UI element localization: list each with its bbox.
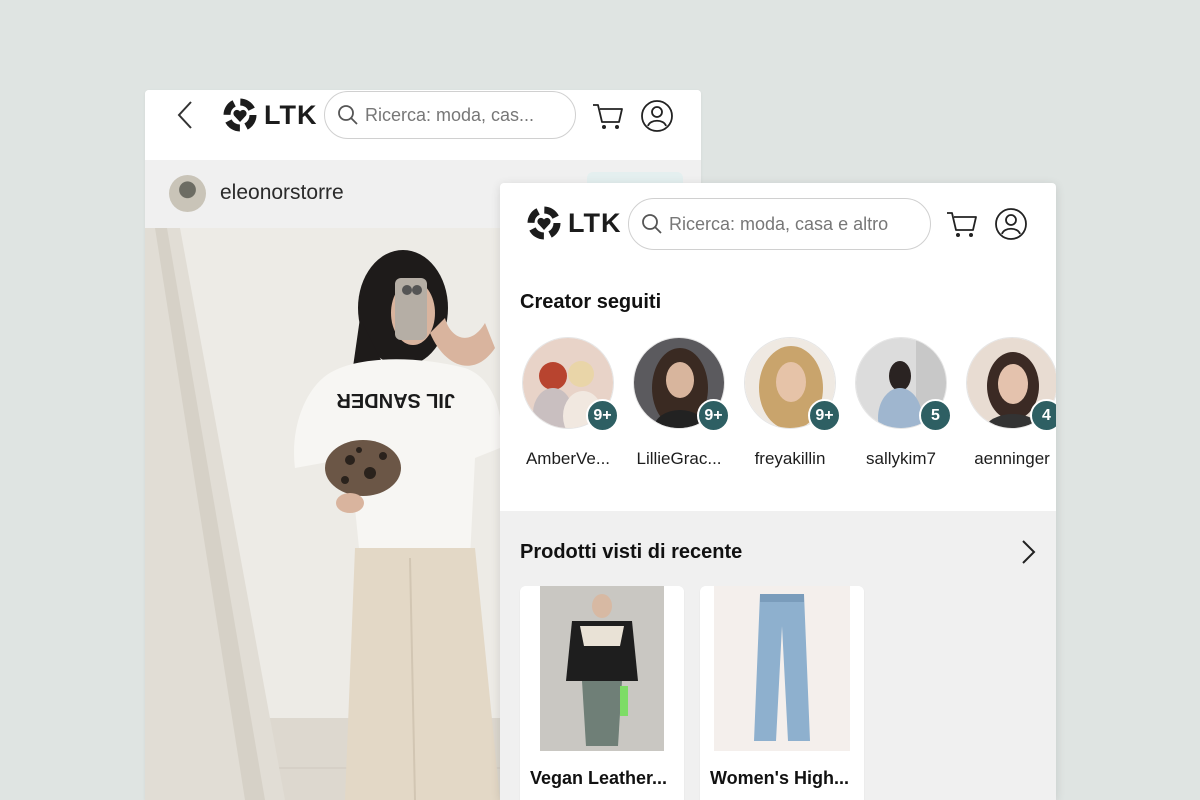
user-icon[interactable] xyxy=(994,207,1028,241)
ltk-logo[interactable]: LTK xyxy=(527,206,621,240)
user-icon[interactable] xyxy=(640,99,674,133)
creator-name: AmberVe... xyxy=(525,449,611,468)
search-input[interactable]: Ricerca: moda, casa e altro xyxy=(628,198,931,250)
svg-text:JIL SANDER: JIL SANDER xyxy=(336,389,455,411)
logo-text: LTK xyxy=(264,99,318,130)
ltk-logo[interactable]: LTK xyxy=(223,98,317,132)
creator-item[interactable]: 5 sallykim7 xyxy=(845,337,957,477)
creators-heading: Creator seguiti xyxy=(520,291,662,313)
product-title: Women's High... xyxy=(710,768,849,788)
creator-item[interactable]: 9+ freyakillin xyxy=(734,337,846,477)
creator-badge: 9+ xyxy=(697,399,730,432)
recent-heading: Prodotti visti di recente xyxy=(520,541,743,563)
product-card[interactable]: Women's High... xyxy=(700,586,864,800)
creator-name: aenninger xyxy=(974,449,1050,468)
creator-item[interactable]: 9+ AmberVe... xyxy=(512,337,624,477)
product-card[interactable]: Vegan Leather... xyxy=(520,586,684,800)
search-icon xyxy=(338,105,358,125)
back-header: LTK Ricerca: moda, cas... xyxy=(145,90,701,160)
creator-name: sallykim7 xyxy=(866,449,936,468)
ltk-logo-icon xyxy=(223,98,257,132)
search-placeholder: Ricerca: moda, casa e altro xyxy=(669,213,889,234)
ltk-logo-icon xyxy=(527,206,561,240)
avatar[interactable] xyxy=(169,175,206,212)
creator-badge: 4 xyxy=(1030,399,1056,432)
front-window: LTK Ricerca: moda, casa e altro Creator … xyxy=(500,183,1056,800)
creator-name: LillieGrac... xyxy=(636,449,722,468)
creator-item[interactable]: 4 aenninger xyxy=(956,337,1056,477)
creator-item[interactable]: 9+ LillieGrac... xyxy=(623,337,735,477)
recent-products-section: Prodotti visti di recente Vegan Leather.… xyxy=(500,511,1056,800)
cart-icon[interactable] xyxy=(945,207,979,241)
cart-icon[interactable] xyxy=(591,99,625,133)
search-input[interactable]: Ricerca: moda, cas... xyxy=(324,91,576,139)
chevron-left-icon[interactable] xyxy=(171,100,201,130)
product-image xyxy=(700,586,864,751)
search-placeholder: Ricerca: moda, cas... xyxy=(365,104,535,125)
chevron-right-icon[interactable] xyxy=(1017,539,1039,565)
profile-name[interactable]: eleonorstorre xyxy=(220,181,344,205)
creator-badge: 5 xyxy=(919,399,952,432)
logo-text: LTK xyxy=(568,207,622,238)
creator-badge: 9+ xyxy=(808,399,841,432)
product-title: Vegan Leather... xyxy=(530,768,668,788)
creator-badge: 9+ xyxy=(586,399,619,432)
search-icon xyxy=(642,214,662,234)
product-image xyxy=(520,586,684,751)
creator-name: freyakillin xyxy=(754,449,826,468)
